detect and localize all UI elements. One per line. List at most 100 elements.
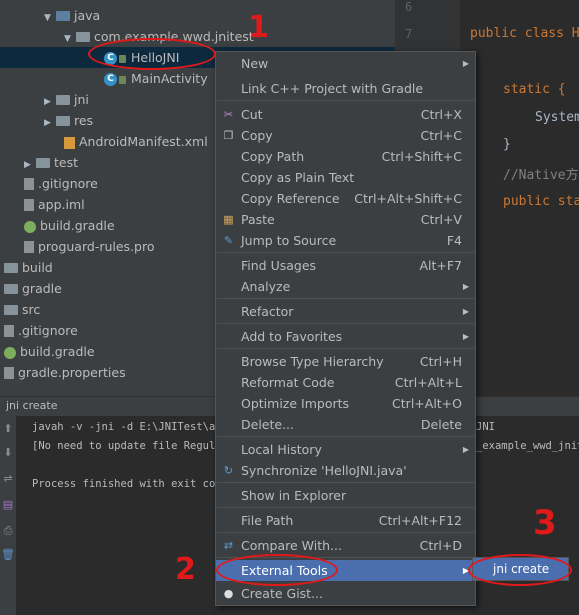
menu-item-shortcut: Ctrl+V xyxy=(420,212,462,227)
menu-item-label: Copy Path xyxy=(241,149,305,164)
menu-separator xyxy=(217,323,474,324)
tree-item-manifest[interactable]: AndroidManifest.xml xyxy=(64,131,208,152)
tree-item-jni[interactable]: ▶ jni xyxy=(44,89,89,110)
menu-item-shortcut: Ctrl+Alt+Shift+C xyxy=(354,191,462,206)
code-line: public class H xyxy=(470,26,579,41)
menu-item-label: Cut xyxy=(241,107,263,122)
wrap-icon[interactable]: ⇌ xyxy=(1,472,15,486)
menu-item-label: Paste xyxy=(241,212,275,227)
tree-item-gradle[interactable]: gradle xyxy=(4,278,62,299)
menu-item-label: Analyze xyxy=(241,279,291,294)
submenu-arrow-icon: ▶ xyxy=(462,307,469,316)
trash-icon[interactable]: 🗑 xyxy=(1,548,15,562)
menu-item-link-cpp[interactable]: Link C++ Project with Gradle xyxy=(216,78,475,99)
tree-item-mainactivity[interactable]: C MainActivity xyxy=(104,68,208,89)
menu-item-new[interactable]: New ▶ xyxy=(216,53,475,74)
chevron-down-icon[interactable]: ▼ xyxy=(44,8,56,29)
output-line: Process finished with exit code xyxy=(32,478,228,490)
submenu-arrow-icon: ▶ xyxy=(462,59,469,68)
menu-item-label: Synchronize 'HelloJNI.java' xyxy=(241,463,407,478)
menu-item-refactor[interactable]: Refactor ▶ xyxy=(216,301,475,322)
menu-item-paste[interactable]: ▦ Paste Ctrl+V xyxy=(216,209,475,230)
tree-item-label: build.gradle xyxy=(40,218,115,233)
menu-item-shortcut: Ctrl+X xyxy=(420,107,462,122)
menu-item-cut[interactable]: ✂ Cut Ctrl+X xyxy=(216,104,475,125)
menu-item-label: File Path xyxy=(241,513,294,528)
gradle-icon xyxy=(24,220,36,233)
clipboard-icon: ▦ xyxy=(223,213,234,226)
gradle-icon xyxy=(4,346,16,359)
tree-item-proguard[interactable]: proguard-rules.pro xyxy=(24,236,155,257)
menu-item-shortcut: Ctrl+C xyxy=(420,128,462,143)
menu-item-analyze[interactable]: Analyze ▶ xyxy=(216,276,475,297)
tree-item-root-build-gradle[interactable]: build.gradle xyxy=(4,341,95,362)
annotation-number-3: 3 xyxy=(533,503,557,543)
folder-icon xyxy=(4,262,18,273)
menu-item-copy-path[interactable]: Copy Path Ctrl+Shift+C xyxy=(216,146,475,167)
menu-item-create-gist[interactable]: ● Create Gist... xyxy=(216,583,475,604)
menu-item-label: Add to Favorites xyxy=(241,329,343,344)
annotation-circle-2 xyxy=(216,554,338,586)
tree-item-label: build xyxy=(22,260,53,275)
menu-item-browse-hierarchy[interactable]: Browse Type Hierarchy Ctrl+H xyxy=(216,351,475,372)
jump-icon: ✎ xyxy=(223,234,234,247)
context-menu: New ▶ Link C++ Project with Gradle ✂ Cut Ct… xyxy=(215,51,476,606)
annotation-number-2: 2 xyxy=(175,552,196,587)
tree-item-build-gradle[interactable]: build.gradle xyxy=(24,215,115,236)
tree-item-root-gitignore[interactable]: .gitignore xyxy=(4,320,78,341)
tree-item-label: test xyxy=(54,155,79,170)
file-icon xyxy=(24,240,34,253)
folder-icon xyxy=(36,157,50,168)
menu-item-shortcut: F4 xyxy=(446,233,462,248)
menu-item-label: Compare With... xyxy=(241,538,342,553)
menu-item-local-history[interactable]: Local History ▶ xyxy=(216,439,475,460)
menu-item-compare-with[interactable]: ⇄ Compare With... Ctrl+D xyxy=(216,535,475,556)
menu-item-label: Delete... xyxy=(241,417,294,432)
menu-item-label: Show in Explorer xyxy=(241,488,347,503)
menu-item-label: Optimize Imports xyxy=(241,396,350,411)
menu-item-delete[interactable]: Delete... Delete xyxy=(216,414,475,435)
tree-item-java[interactable]: ▼ java xyxy=(44,5,100,26)
menu-item-jump-to-source[interactable]: ✎ Jump to Source F4 xyxy=(216,230,475,251)
code-line: //Native方 xyxy=(503,168,579,183)
class-icon: C xyxy=(104,73,117,86)
tree-item-label: jni xyxy=(74,92,89,107)
folder-icon xyxy=(56,115,70,126)
menu-item-shortcut: Delete xyxy=(420,417,462,432)
tree-item-build[interactable]: build xyxy=(4,257,53,278)
tree-item-src[interactable]: src xyxy=(4,299,40,320)
tree-item-gradle-properties[interactable]: gradle.properties xyxy=(4,362,126,383)
menu-item-shortcut: Ctrl+H xyxy=(419,354,462,369)
menu-separator xyxy=(217,532,474,533)
menu-item-show-in-explorer[interactable]: Show in Explorer xyxy=(216,485,475,506)
menu-item-copy-reference[interactable]: Copy Reference Ctrl+Alt+Shift+C xyxy=(216,188,475,209)
menu-item-add-to-favorites[interactable]: Add to Favorites ▶ xyxy=(216,326,475,347)
tree-item-test[interactable]: ▶ test xyxy=(24,152,78,173)
menu-item-label: Copy Reference xyxy=(241,191,340,206)
arrow-down-icon[interactable]: ⬇ xyxy=(1,446,15,460)
menu-item-optimize-imports[interactable]: Optimize Imports Ctrl+Alt+O xyxy=(216,393,475,414)
run-toolbar: ⬆ ⬇ ⇌ ▤ ⎙ 🗑 xyxy=(0,416,16,615)
arrow-up-icon[interactable]: ⬆ xyxy=(1,422,15,436)
menu-item-label: Local History xyxy=(241,442,322,457)
tree-item-label: gradle.properties xyxy=(18,365,126,380)
chevron-right-icon[interactable]: ▶ xyxy=(44,113,56,134)
print-icon[interactable]: ⎙ xyxy=(1,524,15,538)
sync-icon: ↻ xyxy=(223,464,234,477)
menu-item-label: Browse Type Hierarchy xyxy=(241,354,384,369)
tree-item-res[interactable]: ▶ res xyxy=(44,110,93,131)
menu-item-find-usages[interactable]: Find Usages Alt+F7 xyxy=(216,255,475,276)
menu-item-file-path[interactable]: File Path Ctrl+Alt+F12 xyxy=(216,510,475,531)
scroll-end-icon[interactable]: ▤ xyxy=(1,498,15,512)
folder-icon xyxy=(56,10,70,21)
tree-item-app-iml[interactable]: app.iml xyxy=(24,194,85,215)
tree-item-label: .gitignore xyxy=(38,176,98,191)
menu-item-copy-plain[interactable]: Copy as Plain Text xyxy=(216,167,475,188)
menu-item-reformat-code[interactable]: Reformat Code Ctrl+Alt+L xyxy=(216,372,475,393)
menu-item-synchronize[interactable]: ↻ Synchronize 'HelloJNI.java' xyxy=(216,460,475,481)
menu-item-copy[interactable]: ❐ Copy Ctrl+C xyxy=(216,125,475,146)
compare-icon: ⇄ xyxy=(223,539,234,552)
tree-item-gitignore[interactable]: .gitignore xyxy=(24,173,98,194)
menu-item-shortcut: Ctrl+Shift+C xyxy=(381,149,462,164)
folder-icon xyxy=(56,94,70,105)
